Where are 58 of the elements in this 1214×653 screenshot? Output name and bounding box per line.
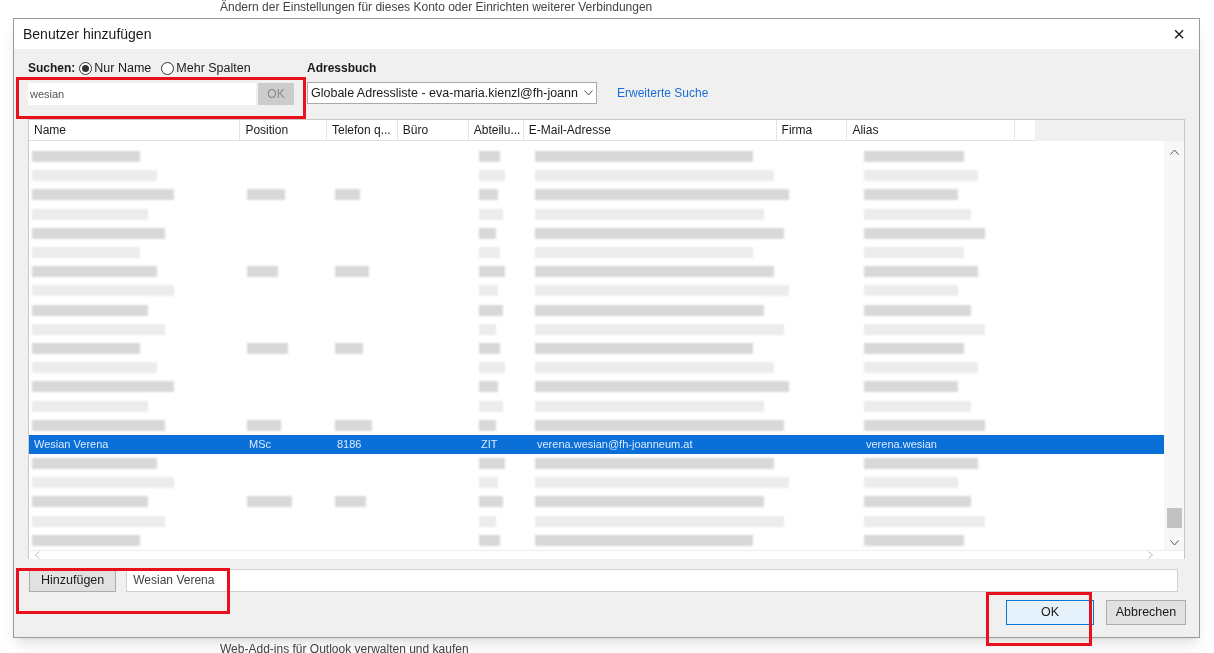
- column-header[interactable]: Name: [29, 120, 241, 141]
- background-text: Web-Add-ins für Outlook verwalten und kaufen: [220, 642, 469, 653]
- redacted-text: [479, 189, 498, 201]
- redacted-text: [247, 496, 292, 508]
- redacted-text: [479, 266, 505, 278]
- chevron-icon: [584, 90, 593, 96]
- table-cell: verena.wesian: [866, 438, 937, 451]
- column-header[interactable]: E-Mail-Adresse: [523, 120, 777, 141]
- background-text: Ändern der Einstellungen für dieses Konto oder Einrichten weiterer Verbindungen: [220, 0, 653, 14]
- redacted-text: [247, 189, 285, 201]
- redacted-text: [335, 419, 372, 431]
- redacted-text: [479, 534, 500, 546]
- redacted-text: [479, 304, 503, 316]
- redacted-text: [247, 266, 278, 278]
- search-label: Suchen:: [28, 60, 76, 77]
- column-header[interactable]: Firma: [776, 120, 848, 141]
- table-cell: 8186: [337, 438, 362, 451]
- redacted-text: [247, 342, 288, 354]
- column-header[interactable]: Abteilu...: [468, 120, 524, 141]
- scrollbar-thumb[interactable]: [1166, 507, 1182, 528]
- radio-circle[interactable]: [79, 61, 93, 75]
- close-button[interactable]: ×: [1159, 19, 1199, 49]
- redacted-text: [335, 189, 360, 201]
- table-row[interactable]: Wesian Verena MSc 8186 ZIT verena.wesian@fh-joanneum.at verena.wesian: [29, 434, 1164, 454]
- redacted-text: [479, 496, 503, 508]
- search-field[interactable]: wesian: [28, 83, 256, 105]
- redacted-text: [335, 342, 363, 354]
- cancel-button[interactable]: Abbrechen: [1106, 600, 1186, 625]
- redacted-text: [335, 496, 366, 508]
- address-book-label: Adressbuch: [307, 60, 378, 77]
- redacted-text: [479, 342, 500, 354]
- address-book-dropdown[interactable]: Globale Adressliste - eva-maria.kienzl@fh-joann: [307, 82, 597, 104]
- recipient-field[interactable]: Wesian Verena: [126, 568, 1179, 592]
- scroll-up-icon[interactable]: [1169, 149, 1179, 155]
- redacted-text: [335, 266, 369, 278]
- table-cell: MSc: [249, 438, 271, 451]
- column-header[interactable]: Telefon q...: [327, 120, 398, 141]
- ok-button[interactable]: OK: [1006, 600, 1094, 625]
- redacted-text: [479, 419, 496, 431]
- redacted-text: [479, 458, 505, 470]
- window-title: Benutzer hinzufügen: [23, 24, 152, 44]
- scroll-right-icon[interactable]: [1148, 550, 1153, 559]
- table-cell: ZIT: [481, 438, 498, 451]
- scroll-left-icon[interactable]: [35, 550, 40, 559]
- redacted-text: [479, 381, 498, 393]
- table-cell: verena.wesian@fh-joanneum.at: [537, 438, 693, 451]
- advanced-search-link[interactable]: Erweiterte Suche: [617, 84, 709, 102]
- scroll-down-icon[interactable]: [1169, 539, 1179, 546]
- redacted-text: [479, 227, 496, 239]
- vertical-scrollbar[interactable]: [1164, 141, 1184, 550]
- column-header[interactable]: Position: [240, 120, 327, 141]
- redacted-text: [247, 419, 281, 431]
- radio-button[interactable]: Mehr Spalten: [161, 58, 251, 78]
- column-header[interactable]: Büro: [397, 120, 469, 141]
- radio-button[interactable]: Nur Name: [79, 58, 152, 78]
- table-cell: Wesian Verena: [34, 438, 109, 451]
- column-header[interactable]: Alias: [847, 120, 1015, 141]
- redacted-text: [479, 151, 500, 163]
